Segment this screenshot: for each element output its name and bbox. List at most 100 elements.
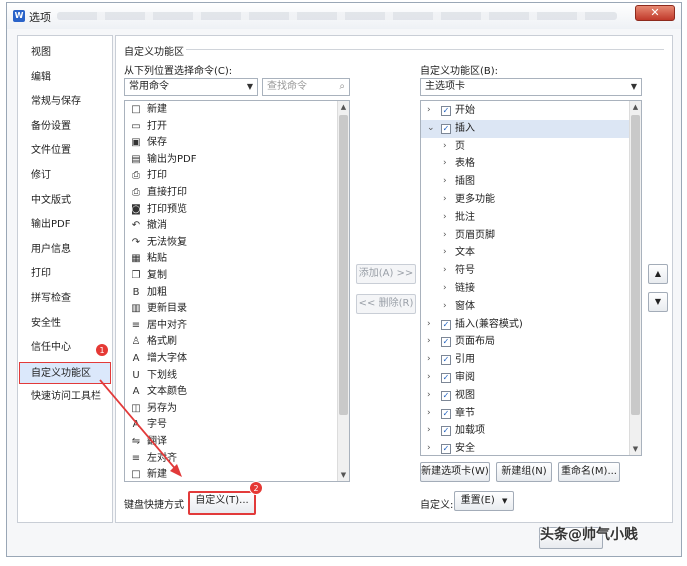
sidebar-item[interactable]: 编辑	[19, 67, 111, 89]
ribbon-tree-item[interactable]: › ✓ 审阅	[421, 369, 641, 387]
ribbon-tree-item[interactable]: › ✓ 引用	[421, 351, 641, 369]
command-list-item[interactable]: ▭ 打开	[125, 119, 349, 136]
ribbon-tree-scrollbar[interactable]: ▲ ▼	[629, 101, 641, 455]
command-list-item[interactable]: A 字号	[125, 417, 349, 434]
collapse-icon[interactable]: ⌄	[427, 120, 435, 138]
expand-icon[interactable]: ›	[443, 138, 447, 156]
expand-icon[interactable]: ›	[427, 102, 431, 120]
command-list-item[interactable]: ◙ 打印预览	[125, 202, 349, 219]
tab-checkbox[interactable]: ✓	[441, 337, 451, 348]
ribbon-tree-item[interactable]: › 窗体	[421, 298, 641, 316]
command-list-item[interactable]: ▦ 粘贴	[125, 251, 349, 268]
sidebar-item[interactable]: 修订	[19, 165, 111, 187]
expand-icon[interactable]: ›	[427, 369, 431, 387]
close-button[interactable]: ✕	[635, 5, 675, 21]
expand-icon[interactable]: ›	[427, 387, 431, 405]
command-list-scrollbar[interactable]: ▲ ▼	[337, 101, 349, 481]
command-list-item[interactable]: ◫另存为▸	[125, 401, 349, 418]
ribbon-tree-item[interactable]: › 页	[421, 138, 641, 156]
tab-checkbox[interactable]: ✓	[441, 373, 451, 383]
ribbon-tree-item[interactable]: › 表格	[421, 155, 641, 173]
tab-checkbox[interactable]: ✓	[441, 426, 451, 437]
sidebar-item[interactable]: 用户信息	[19, 239, 111, 261]
command-list-item[interactable]: ▤ 输出为PDF	[125, 152, 349, 169]
ribbon-tabs-select[interactable]: 主选项卡 ▼	[420, 78, 642, 96]
expand-icon[interactable]: ›	[443, 227, 447, 245]
ribbon-tree-item[interactable]: › ✓ 开始	[421, 102, 641, 120]
expand-icon[interactable]: ›	[427, 333, 431, 351]
ribbon-tree-item[interactable]: › 文本	[421, 244, 641, 262]
sidebar-item[interactable]: 安全性	[19, 313, 111, 335]
ribbon-tree-item[interactable]: › ✓ 视图	[421, 387, 641, 405]
sidebar-item[interactable]: 常规与保存	[19, 91, 111, 113]
ribbon-tree-item[interactable]: › ✓ 章节	[421, 405, 641, 423]
command-source-select[interactable]: 常用命令 ▼	[124, 78, 258, 96]
ribbon-tree-item[interactable]: › ✓ 页面布局	[421, 333, 641, 351]
sidebar-item[interactable]: 备份设置	[19, 116, 111, 138]
expand-icon[interactable]: ›	[427, 351, 431, 369]
expand-icon[interactable]: ›	[443, 173, 447, 191]
scroll-down-icon[interactable]: ▼	[338, 469, 349, 481]
scroll-up-icon[interactable]: ▲	[630, 101, 641, 113]
tab-checkbox[interactable]: ✓	[441, 123, 451, 134]
sidebar-item[interactable]: 中文版式	[19, 190, 111, 212]
ribbon-tree-item[interactable]: › 页眉页脚	[421, 227, 641, 245]
scroll-up-icon[interactable]: ▲	[338, 101, 349, 113]
ribbon-tree-item[interactable]: › ✓ 插入(兼容模式)	[421, 316, 641, 334]
ribbon-tree-item[interactable]: › 链接	[421, 280, 641, 298]
new-tab-button[interactable]: 新建选项卡(W)	[420, 462, 490, 482]
sidebar-item[interactable]: 视图	[19, 42, 111, 64]
expand-icon[interactable]: ›	[443, 298, 447, 316]
command-list-item[interactable]: A文本颜色▸	[125, 384, 349, 401]
command-list-item[interactable]: □新建▸	[125, 467, 349, 481]
command-search-input[interactable]: 查找命令 ⌕	[262, 78, 350, 96]
move-down-button[interactable]: ▼	[648, 292, 668, 312]
ribbon-tree-item[interactable]: › 符号	[421, 262, 641, 280]
expand-icon[interactable]: ›	[443, 280, 447, 298]
expand-icon[interactable]: ›	[443, 262, 447, 280]
command-list-item[interactable]: ❐ 复制	[125, 268, 349, 285]
expand-icon[interactable]: ›	[443, 244, 447, 262]
command-list-item[interactable]: ⎙ 直接打印	[125, 185, 349, 202]
command-list-item[interactable]: ▣ 保存	[125, 135, 349, 152]
move-up-button[interactable]: ▲	[648, 264, 668, 284]
sidebar-item[interactable]: 打印	[19, 263, 111, 285]
command-list-item[interactable]: U下划线▸	[125, 368, 349, 385]
command-list-item[interactable]: ↷ 无法恢复	[125, 235, 349, 252]
tab-checkbox[interactable]: ✓	[441, 355, 451, 366]
expand-icon[interactable]: ›	[443, 209, 447, 227]
ribbon-tree-item[interactable]: › 更多功能	[421, 191, 641, 209]
tab-checkbox[interactable]: ✓	[441, 408, 451, 419]
command-list-item[interactable]: ≡ 居中对齐	[125, 318, 349, 335]
ribbon-tree-item[interactable]: › 插图	[421, 173, 641, 191]
command-list-item[interactable]: ≡ 左对齐	[125, 451, 349, 468]
scroll-thumb[interactable]	[339, 115, 348, 415]
command-list-item[interactable]: B 加粗	[125, 285, 349, 302]
expand-icon[interactable]: ›	[443, 155, 447, 173]
command-list[interactable]: □新建▸≡左对齐⇋翻译A字号◫另存为▸A文本颜色▸U下划线▸A增大字体♙格式刷≡…	[124, 100, 350, 482]
expand-icon[interactable]: ›	[427, 405, 431, 423]
ribbon-tree-item[interactable]: ⌄ ✓ 插入	[421, 119, 641, 138]
sidebar-item[interactable]: 拼写检查	[19, 288, 111, 310]
command-list-item[interactable]: □ 新建	[125, 102, 349, 119]
tab-checkbox[interactable]: ✓	[441, 106, 451, 116]
tab-checkbox[interactable]: ✓	[441, 390, 451, 401]
tab-checkbox[interactable]: ✓	[441, 444, 451, 455]
command-list-item[interactable]: ↶ 撤消	[125, 218, 349, 235]
customize-shortcut-button[interactable]: 自定义(T)...	[188, 491, 256, 515]
sidebar-item[interactable]: 快速访问工具栏	[19, 386, 111, 408]
ribbon-tree-item[interactable]: › ✓ 安全	[421, 440, 641, 455]
add-button[interactable]: 添加(A) >>	[356, 264, 416, 284]
command-list-item[interactable]: ⇋ 翻译	[125, 434, 349, 451]
sidebar-item[interactable]: 自定义功能区	[19, 361, 111, 384]
expand-icon[interactable]: ›	[427, 316, 431, 334]
expand-icon[interactable]: ›	[427, 422, 431, 440]
ribbon-tree-item[interactable]: › 批注	[421, 209, 641, 227]
sidebar-item[interactable]: 输出PDF	[19, 214, 111, 236]
sidebar-item[interactable]: 文件位置	[19, 140, 111, 162]
tab-checkbox[interactable]: ✓	[441, 319, 451, 330]
command-list-item[interactable]: ▥ 更新目录	[125, 301, 349, 318]
expand-icon[interactable]: ›	[443, 191, 447, 209]
reset-button[interactable]: 重置(E) ▼	[454, 491, 514, 511]
command-list-item[interactable]: ♙ 格式刷	[125, 334, 349, 351]
